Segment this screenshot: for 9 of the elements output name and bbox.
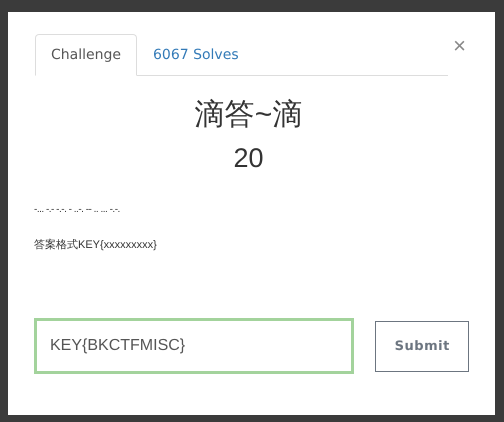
challenge-title: 滴答~滴: [194, 97, 304, 133]
description-text: -... -.- -.-. - ..-. -- .. ... -.-.: [34, 204, 121, 215]
tab[interactable]: Challenge: [35, 34, 137, 76]
close-button[interactable]: ×: [450, 34, 469, 58]
submit-button[interactable]: Submit: [375, 320, 469, 372]
description-text: 答案格式KEY{xxxxxxxxx}: [34, 238, 158, 252]
answer-input[interactable]: KEY{BKCTFMISC}: [34, 318, 354, 374]
challenge-points: 20: [232, 143, 265, 174]
tab[interactable]: 6067 Solves: [137, 34, 255, 76]
